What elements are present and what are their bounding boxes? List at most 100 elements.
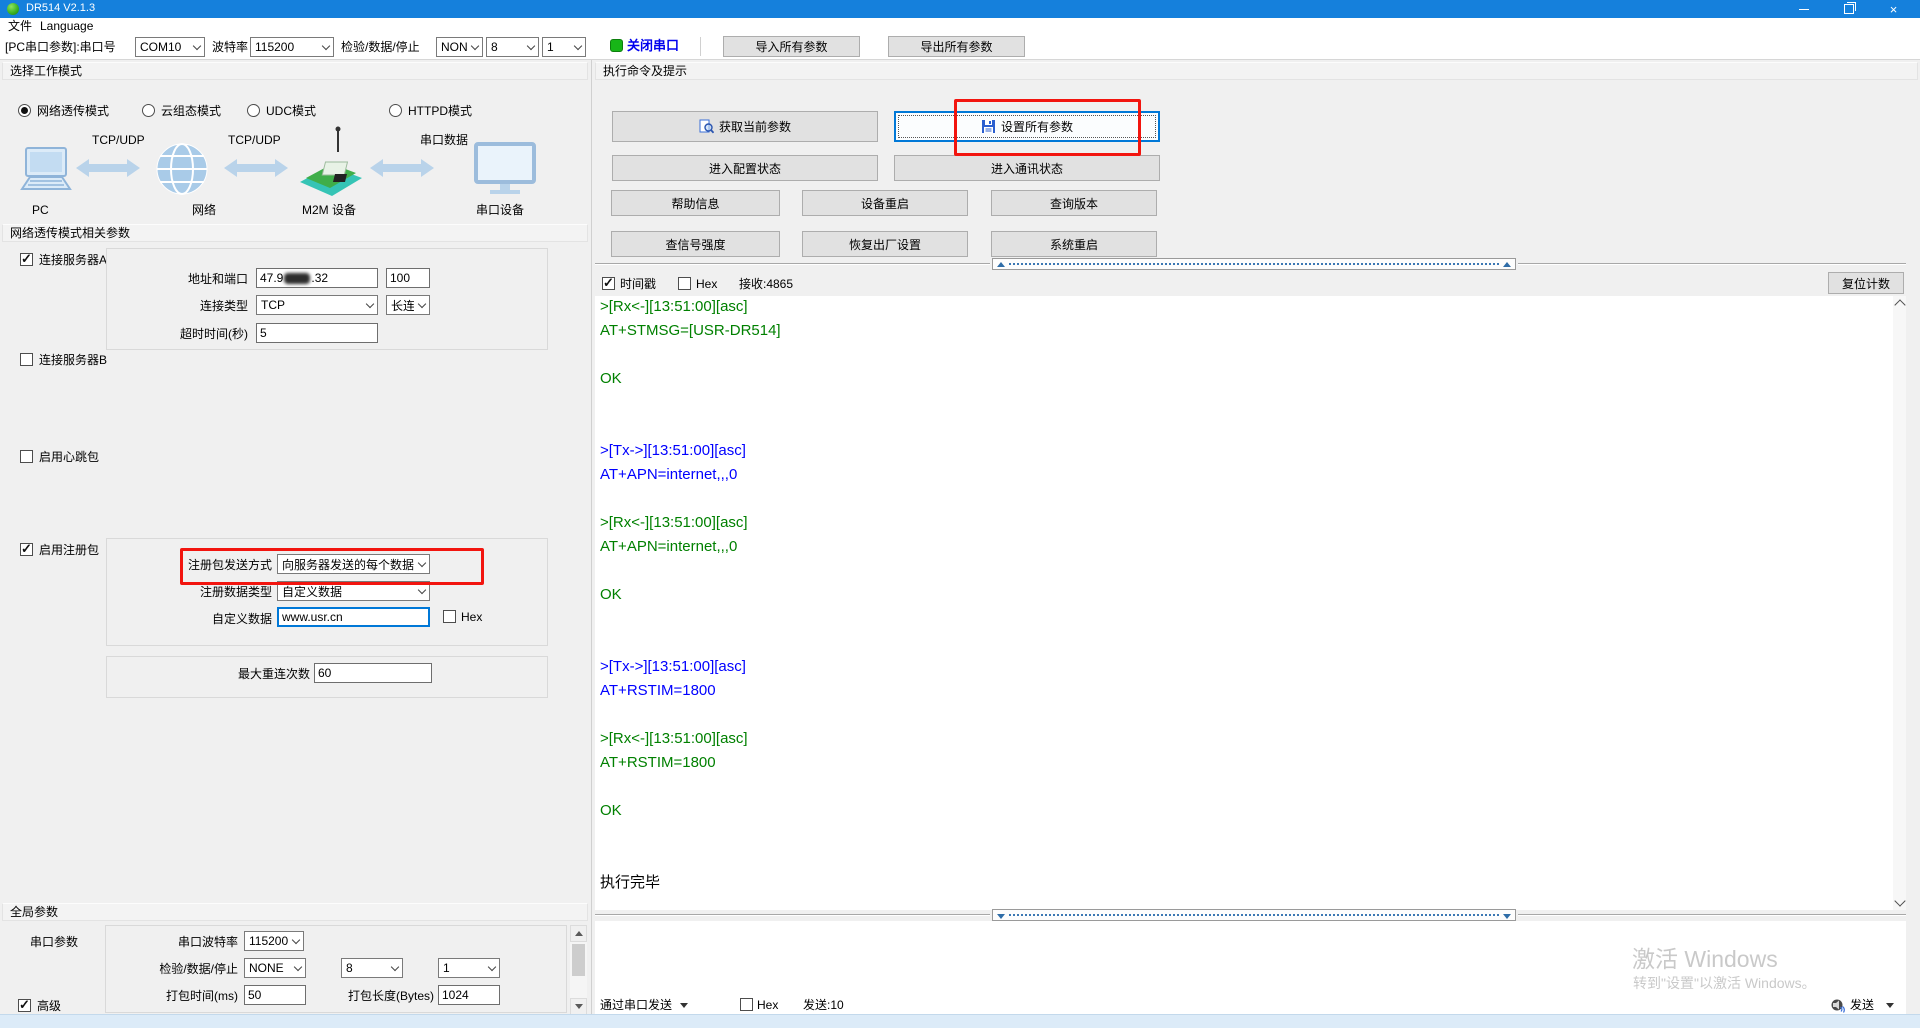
- close-icon: ×: [1890, 3, 1898, 16]
- send-hex-label[interactable]: Hex: [757, 997, 778, 1013]
- radio-httpd-mode-label[interactable]: HTTPD模式: [408, 103, 472, 119]
- pack-len-input[interactable]: 1024: [438, 985, 500, 1005]
- signal-strength-button[interactable]: 查信号强度: [611, 231, 780, 257]
- send-hex-checkbox[interactable]: [740, 998, 753, 1011]
- query-version-button[interactable]: 查询版本: [991, 190, 1157, 216]
- maximize-button[interactable]: [1826, 0, 1871, 18]
- log-top-splitter[interactable]: [992, 258, 1516, 270]
- help-button[interactable]: 帮助信息: [611, 190, 780, 216]
- system-reboot-button[interactable]: 系统重启: [991, 231, 1157, 257]
- conn-type-select[interactable]: TCP: [256, 295, 378, 315]
- global-databits-select[interactable]: 8: [341, 958, 403, 978]
- triangle-down-icon: [1503, 914, 1511, 919]
- arrow-pc-net-icon: [76, 157, 140, 179]
- databits-select[interactable]: 8: [486, 37, 539, 57]
- radio-httpd-mode[interactable]: [389, 104, 402, 117]
- reset-counter-button[interactable]: 复位计数: [1828, 272, 1904, 294]
- log-scrollbar-down[interactable]: [1893, 894, 1906, 908]
- factory-reset-button[interactable]: 恢复出厂设置: [802, 231, 968, 257]
- regpack-label[interactable]: 启用注册包: [39, 542, 99, 558]
- log-hex-checkbox[interactable]: [678, 277, 691, 290]
- pack-time-input[interactable]: 50: [244, 985, 306, 1005]
- global-scrollbar-up[interactable]: [570, 925, 587, 942]
- server-b-checkbox[interactable]: [20, 353, 33, 366]
- radio-transparent-mode[interactable]: [18, 104, 31, 117]
- custom-data-input[interactable]: www.usr.cn: [277, 607, 430, 627]
- global-parity-select[interactable]: NONE: [244, 958, 306, 978]
- enter-config-button[interactable]: 进入配置状态: [612, 155, 878, 181]
- title-bar[interactable]: DR514 V2.1.3 ×: [0, 0, 1920, 18]
- reg-send-mode-select[interactable]: 向服务器发送的每个数据包: [277, 554, 430, 574]
- radio-cloud-mode-label[interactable]: 云组态模式: [161, 103, 221, 119]
- menu-bar: 文件 Language: [0, 18, 1920, 34]
- chevron-down-icon: [290, 959, 305, 977]
- regpack-checkbox[interactable]: [20, 543, 33, 556]
- recv-count: 接收:4865: [739, 276, 793, 292]
- server-a-checkbox[interactable]: [20, 253, 33, 266]
- regpack-hex-label[interactable]: Hex: [461, 609, 482, 625]
- toolbar: [PC串口参数]:串口号 COM10 波特率 115200 检验/数据/停止 N…: [0, 34, 1920, 60]
- monitor-icon: [474, 142, 536, 196]
- splitter-dots: [1009, 263, 1499, 265]
- chevron-down-icon: [467, 38, 482, 56]
- close-button[interactable]: ×: [1871, 0, 1916, 18]
- global-stopbits-select[interactable]: 1: [438, 958, 500, 978]
- get-params-button[interactable]: 获取当前参数: [612, 111, 878, 142]
- com-port-select[interactable]: COM10: [135, 37, 205, 57]
- log-scrollbar-up[interactable]: [1893, 298, 1906, 312]
- export-params-button[interactable]: 导出所有参数: [888, 36, 1025, 57]
- import-params-button[interactable]: 导入所有参数: [723, 36, 860, 57]
- diagram-link3-label: 串口数据: [420, 132, 468, 148]
- log-scrollbar[interactable]: [1893, 296, 1906, 910]
- activate-watermark-title: 激活 Windows: [1632, 940, 1778, 974]
- port-input[interactable]: 100: [386, 268, 430, 288]
- global-baud-label: 串口波特率: [120, 934, 238, 950]
- stopbits-select[interactable]: 1: [542, 37, 586, 57]
- global-baud-select[interactable]: 115200: [244, 931, 304, 951]
- reg-data-type-select[interactable]: 自定义数据: [277, 581, 430, 601]
- caret-down-icon: [1886, 1003, 1894, 1008]
- reconnect-input[interactable]: 60: [314, 663, 432, 683]
- send-via-button[interactable]: 通过串口发送: [600, 996, 688, 1014]
- global-scrollbar-thumb[interactable]: [572, 944, 585, 976]
- com-port-label: [PC串口参数]:串口号: [5, 39, 116, 55]
- baud-select[interactable]: 115200: [250, 37, 334, 57]
- enter-comm-button[interactable]: 进入通讯状态: [894, 155, 1160, 181]
- advanced-checkbox[interactable]: [18, 999, 31, 1012]
- send-button[interactable]: 发送: [1830, 995, 1894, 1015]
- log-bottom-splitter[interactable]: [992, 909, 1516, 921]
- radio-transparent-mode-label[interactable]: 网络透传模式: [37, 103, 109, 119]
- parity-select[interactable]: NONE: [436, 37, 483, 57]
- advanced-label[interactable]: 高级: [37, 998, 61, 1014]
- timestamp-checkbox[interactable]: [602, 277, 615, 290]
- menu-item-file[interactable]: 文件: [4, 19, 36, 34]
- set-params-button[interactable]: 设置所有参数: [894, 111, 1160, 142]
- server-b-label[interactable]: 连接服务器B: [39, 352, 107, 368]
- log-area[interactable]: >[Rx<-][13:51:00][asc] AT+STMSG=[USR-DR5…: [595, 296, 1893, 910]
- conn-mode-select[interactable]: 长连接: [386, 295, 430, 315]
- caret-down-icon: [680, 1003, 688, 1008]
- radio-cloud-mode[interactable]: [142, 104, 155, 117]
- server-a-label[interactable]: 连接服务器A: [39, 252, 107, 268]
- serial-group-label: 串口参数: [30, 934, 78, 950]
- radio-udc-mode[interactable]: [247, 104, 260, 117]
- toolbar-separator: [700, 37, 701, 56]
- menu-item-language[interactable]: Language: [36, 19, 97, 34]
- close-port-button[interactable]: 关闭串口: [627, 38, 679, 54]
- m2m-device-icon: [294, 126, 366, 200]
- address-input[interactable]: 47.9.32: [256, 268, 378, 288]
- diagram-link2-label: TCP/UDP: [228, 132, 281, 148]
- triangle-up-icon: [997, 262, 1005, 267]
- heartbeat-label[interactable]: 启用心跳包: [39, 449, 99, 465]
- minimize-button[interactable]: [1781, 0, 1826, 18]
- device-reboot-button[interactable]: 设备重启: [802, 190, 968, 216]
- regpack-hex-checkbox[interactable]: [443, 610, 456, 623]
- timeout-input[interactable]: 5: [256, 323, 378, 343]
- radio-udc-mode-label[interactable]: UDC模式: [266, 103, 316, 119]
- log-line: >[Tx->][13:51:00][asc]: [600, 655, 746, 679]
- heartbeat-checkbox[interactable]: [20, 450, 33, 463]
- log-hex-label[interactable]: Hex: [696, 276, 717, 292]
- timestamp-label[interactable]: 时间戳: [620, 276, 656, 292]
- global-scrollbar-down[interactable]: [570, 998, 587, 1015]
- parity-label: 检验/数据/停止: [341, 39, 420, 55]
